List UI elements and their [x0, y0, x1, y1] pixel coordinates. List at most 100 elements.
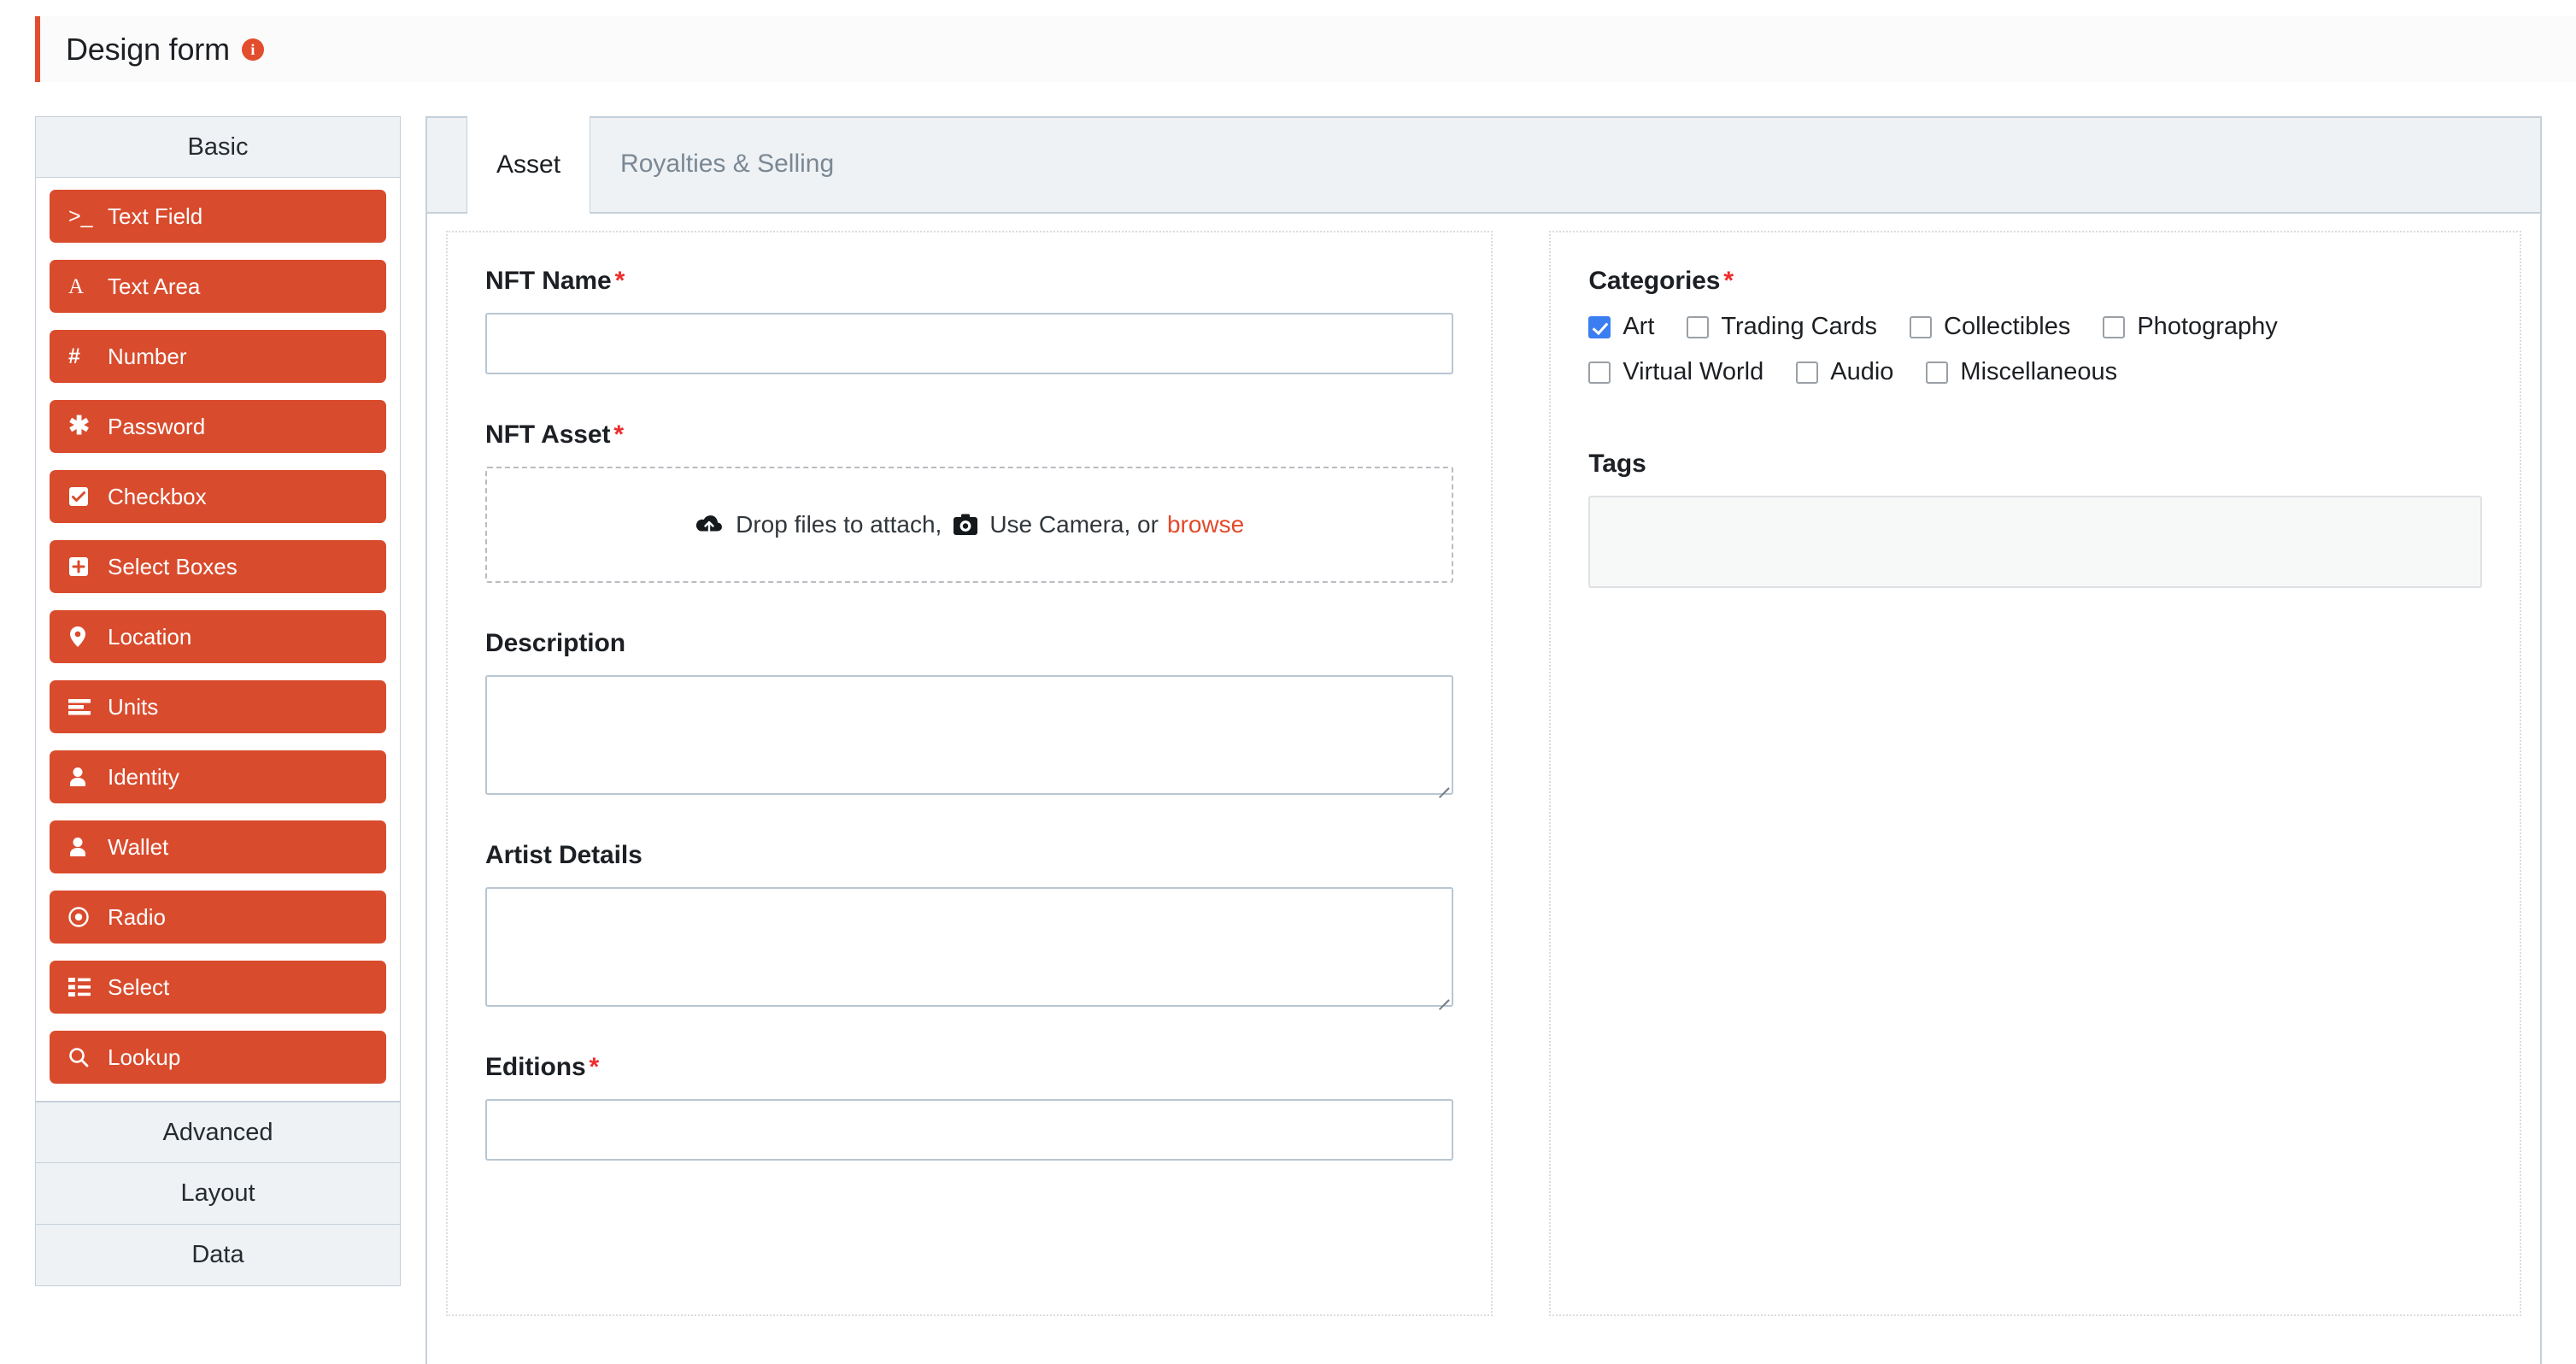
checkbox-label: Virtual World	[1622, 358, 1764, 385]
checkbox-label: Photography	[2137, 313, 2278, 340]
sidebar-item-label: Text Area	[108, 273, 201, 299]
sidebar-item-password[interactable]: ✱ Password	[50, 400, 386, 453]
form-preview-panel: Asset Royalties & Selling NFT Name * NFT …	[425, 116, 2542, 1364]
sidebar-item-wallet[interactable]: Wallet	[50, 820, 386, 873]
checkbox-box-icon[interactable]	[1910, 315, 1933, 338]
sidebar-item-label: Units	[108, 693, 159, 720]
sidebar-item-label: Number	[108, 343, 187, 369]
sidebar-item-label: Select	[108, 973, 170, 1000]
sidebar-item-identity[interactable]: Identity	[50, 750, 386, 803]
checkbox-box-icon[interactable]	[1588, 361, 1611, 384]
categories-label: Categories	[1588, 267, 1721, 295]
sidebar-item-label: Text Field	[108, 203, 203, 229]
sidebar-item-label: Radio	[108, 903, 166, 930]
nft-asset-label: NFT Asset	[485, 420, 611, 449]
tags-input[interactable]	[1588, 496, 2482, 588]
sidebar-item-label: Select Boxes	[108, 553, 238, 579]
checkbox-virtual-world[interactable]: Virtual World	[1588, 358, 1763, 386]
list-bars-icon	[68, 698, 104, 715]
field-label: Tags	[1588, 450, 2482, 479]
nft-asset-dropzone[interactable]: Drop files to attach, Use Camera, or bro…	[485, 467, 1454, 583]
checkbox-trading-cards[interactable]: Trading Cards	[1687, 313, 1877, 341]
sidebar-item-lookup[interactable]: Lookup	[50, 1031, 386, 1084]
hash-icon: #	[68, 344, 80, 368]
sidebar-item-text-field[interactable]: >_ Text Field	[50, 190, 386, 243]
description-textarea[interactable]	[485, 675, 1454, 799]
resize-handle-icon[interactable]	[1434, 987, 1451, 1011]
cloud-upload-icon	[695, 514, 724, 536]
categories-row: Art Trading Cards Collectibles Photograp…	[1588, 313, 2482, 341]
field-label: Description	[485, 629, 1453, 658]
sidebar-item-label: Location	[108, 623, 192, 650]
radio-dot-icon	[68, 907, 104, 927]
sidebar-section-data[interactable]: Data	[35, 1225, 401, 1286]
tab-royalties-selling-label: Royalties & Selling	[620, 150, 835, 178]
checkbox-box-icon[interactable]	[1588, 315, 1611, 338]
required-marker: *	[613, 420, 624, 449]
checkbox-box-icon[interactable]	[2103, 315, 2126, 338]
checkbox-label: Trading Cards	[1721, 313, 1878, 340]
artist-details-label: Artist Details	[485, 841, 643, 869]
field-categories: Categories * Art Trading Cards Collectib…	[1588, 267, 2482, 386]
tab-royalties-selling[interactable]: Royalties & Selling	[590, 116, 864, 212]
required-marker: *	[614, 267, 625, 295]
dropzone-camera-text: Use Camera, or	[989, 511, 1159, 538]
field-editions: Editions *	[485, 1053, 1454, 1161]
map-pin-icon	[68, 626, 104, 648]
nft-name-input[interactable]	[485, 313, 1454, 374]
checkbox-box-icon[interactable]	[1687, 315, 1710, 338]
sidebar-item-radio[interactable]: Radio	[50, 891, 386, 944]
required-marker: *	[1723, 267, 1734, 295]
list-icon	[68, 978, 104, 997]
sidebar-section-advanced[interactable]: Advanced	[35, 1102, 401, 1163]
editions-input[interactable]	[485, 1099, 1454, 1161]
person-icon	[68, 837, 104, 857]
components-sidebar: Basic >_ Text Field A Text Area # Number…	[35, 116, 401, 1286]
checkbox-art[interactable]: Art	[1588, 313, 1654, 341]
sidebar-item-checkbox[interactable]: Checkbox	[50, 470, 386, 523]
field-description: Description	[485, 629, 1454, 799]
artist-details-textarea[interactable]	[485, 887, 1454, 1011]
checkbox-collectibles[interactable]: Collectibles	[1910, 313, 2070, 341]
field-nft-name: NFT Name *	[485, 267, 1454, 374]
sidebar-item-number[interactable]: # Number	[50, 330, 386, 383]
camera-icon[interactable]	[954, 514, 978, 536]
plus-square-icon	[68, 556, 104, 577]
tags-label: Tags	[1588, 450, 1646, 478]
field-artist-details: Artist Details	[485, 841, 1454, 1011]
field-label: Editions *	[485, 1053, 1453, 1082]
sidebar-item-select[interactable]: Select	[50, 961, 386, 1014]
checkbox-miscellaneous[interactable]: Miscellaneous	[1926, 358, 2117, 386]
sidebar-item-label: Checkbox	[108, 483, 207, 509]
resize-handle-icon[interactable]	[1434, 775, 1451, 799]
form-builder-app: Design form i Basic >_ Text Field A Text…	[0, 0, 2576, 1364]
sidebar-basic-items: >_ Text Field A Text Area # Number ✱ Pas…	[35, 178, 401, 1102]
info-icon[interactable]: i	[241, 38, 264, 61]
field-label: Artist Details	[485, 841, 1453, 870]
checkbox-box-icon[interactable]	[1796, 361, 1819, 384]
categories-row: Virtual World Audio Miscellaneous	[1588, 358, 2482, 386]
sidebar-section-layout[interactable]: Layout	[35, 1163, 401, 1225]
form-columns: NFT Name * NFT Asset * Drop files to attac	[427, 214, 2540, 1316]
checkbox-photography[interactable]: Photography	[2103, 313, 2278, 341]
checkbox-audio[interactable]: Audio	[1796, 358, 1893, 386]
sidebar-item-text-area[interactable]: A Text Area	[50, 260, 386, 313]
field-label: Categories *	[1588, 267, 2482, 296]
page-title: Design form	[66, 31, 230, 67]
search-icon	[68, 1047, 104, 1067]
checkbox-label: Miscellaneous	[1960, 358, 2118, 385]
sidebar-section-layout-label: Layout	[180, 1179, 255, 1207]
sidebar-item-select-boxes[interactable]: Select Boxes	[50, 540, 386, 593]
tab-asset-label: Asset	[496, 150, 561, 179]
description-label: Description	[485, 629, 625, 657]
field-label: NFT Name *	[485, 267, 1453, 296]
sidebar-section-basic-label: Basic	[187, 132, 249, 161]
editions-label: Editions	[485, 1053, 586, 1081]
sidebar-item-location[interactable]: Location	[50, 610, 386, 663]
sidebar-item-label: Identity	[108, 763, 179, 790]
sidebar-section-basic[interactable]: Basic	[35, 116, 401, 178]
sidebar-item-units[interactable]: Units	[50, 680, 386, 733]
checkbox-box-icon[interactable]	[1926, 361, 1949, 384]
tab-asset[interactable]: Asset	[466, 116, 591, 214]
browse-link[interactable]: browse	[1167, 511, 1244, 538]
